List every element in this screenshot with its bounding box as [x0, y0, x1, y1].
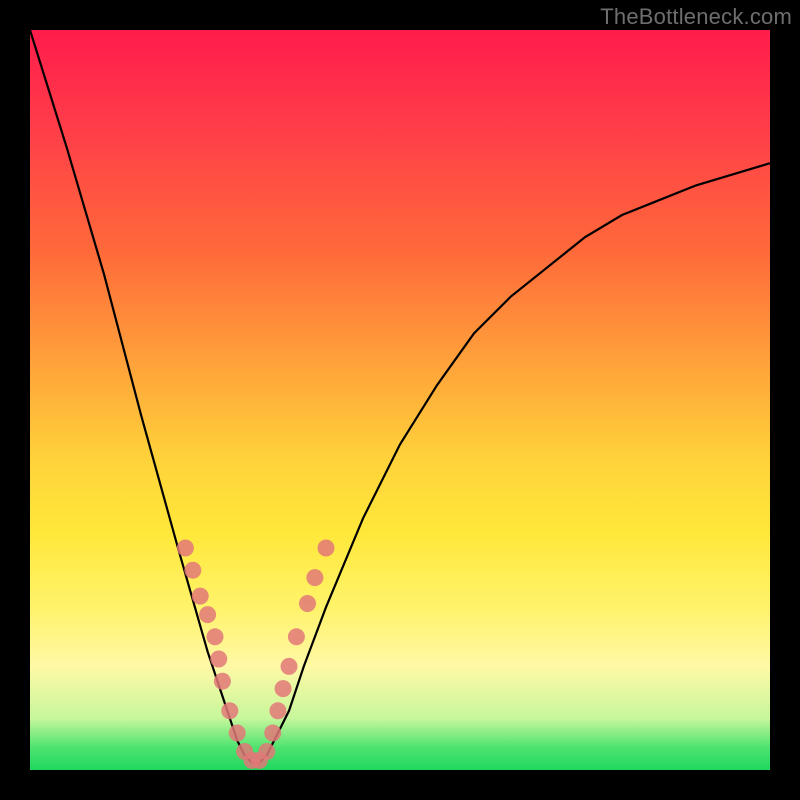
marker-point — [299, 595, 316, 612]
watermark-text: TheBottleneck.com — [600, 4, 792, 30]
curve-line — [30, 30, 770, 763]
marker-point — [177, 540, 194, 557]
marker-point — [306, 569, 323, 586]
chart-frame: TheBottleneck.com — [0, 0, 800, 800]
marker-point — [264, 725, 281, 742]
marker-point — [199, 606, 216, 623]
marker-point — [207, 628, 224, 645]
marker-point — [275, 680, 292, 697]
marker-point — [318, 540, 335, 557]
marker-point — [210, 651, 227, 668]
marker-point — [269, 702, 286, 719]
marker-point — [184, 562, 201, 579]
marker-point — [258, 743, 275, 760]
marker-group — [177, 540, 335, 769]
marker-point — [229, 725, 246, 742]
marker-point — [288, 628, 305, 645]
marker-point — [192, 588, 209, 605]
bottleneck-curve — [30, 30, 770, 763]
marker-point — [214, 673, 231, 690]
curve-overlay — [30, 30, 770, 770]
marker-point — [281, 658, 298, 675]
marker-point — [221, 702, 238, 719]
